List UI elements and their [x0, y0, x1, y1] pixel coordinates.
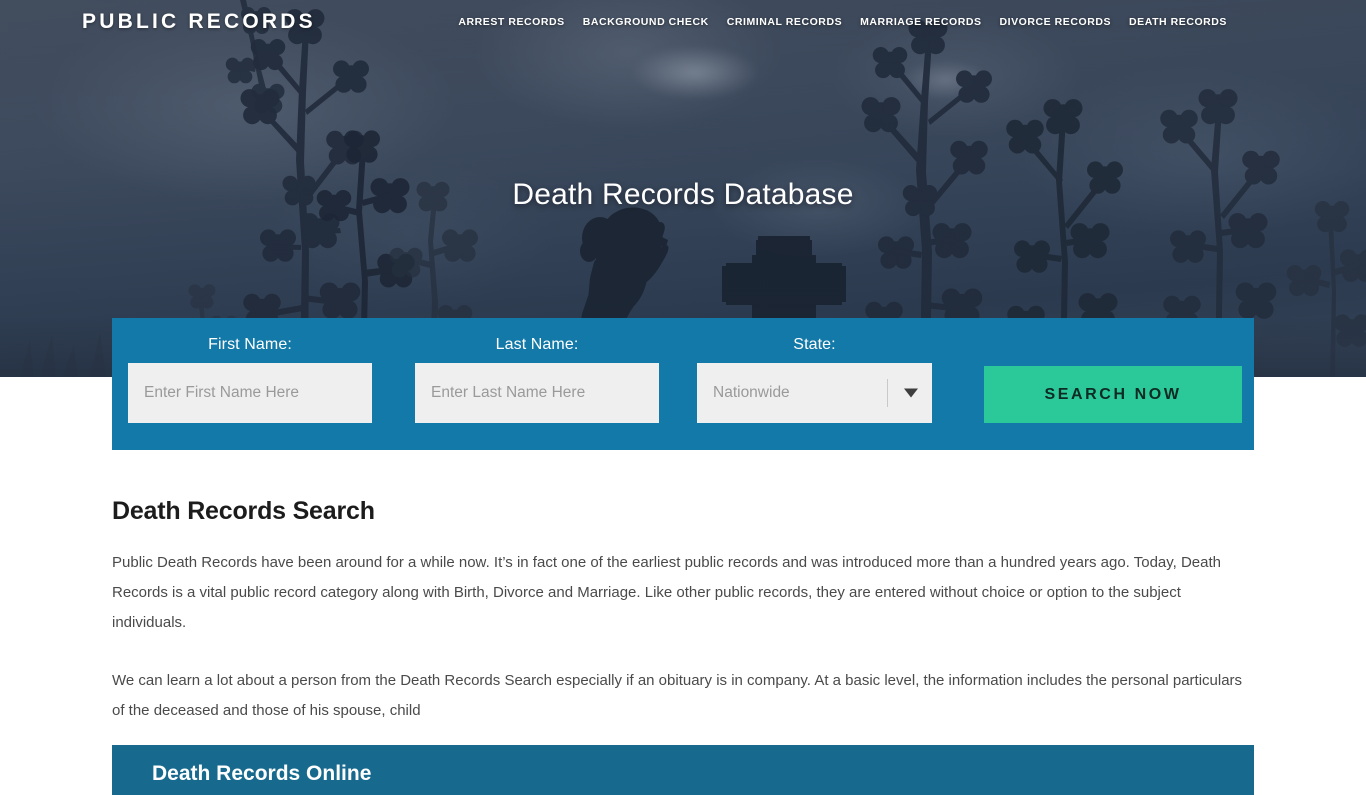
state-selected-value: Nationwide — [713, 384, 790, 401]
nav-item-criminal-records[interactable]: CRIMINAL RECORDS — [718, 16, 851, 28]
nav-item-divorce-records[interactable]: DIVORCE RECORDS — [991, 16, 1121, 28]
state-select[interactable]: Nationwide — [697, 363, 932, 423]
main-content: Death Records Search Public Death Record… — [0, 450, 1366, 726]
intro-paragraph-1: Public Death Records have been around fo… — [112, 554, 1222, 631]
intro-paragraph-2: We can learn a lot about a person from t… — [112, 672, 1243, 719]
nav-item-arrest-records[interactable]: ARREST RECORDS — [449, 16, 573, 28]
page-title: Death Records Database — [512, 178, 854, 211]
site-logo[interactable]: PUBLIC RECORDS — [82, 10, 316, 34]
state-label: State: — [793, 336, 836, 353]
section-heading: Death Records Search — [112, 497, 375, 525]
first-name-input[interactable]: Enter First Name Here — [128, 363, 372, 423]
select-divider — [887, 379, 888, 407]
last-name-input[interactable]: Enter Last Name Here — [415, 363, 659, 423]
main-navigation: ARREST RECORDS BACKGROUND CHECK CRIMINAL… — [449, 16, 1236, 28]
first-name-placeholder: Enter First Name Here — [144, 384, 300, 401]
nav-item-death-records[interactable]: DEATH RECORDS — [1120, 16, 1236, 28]
state-field-group: State: Nationwide — [697, 318, 932, 423]
last-name-label: Last Name: — [495, 336, 579, 353]
first-name-field-group: First Name: Enter First Name Here — [128, 318, 372, 423]
last-name-field-group: Last Name: Enter Last Name Here — [415, 318, 659, 423]
last-name-placeholder: Enter Last Name Here — [431, 384, 586, 401]
search-now-button[interactable]: SEARCH NOW — [984, 366, 1242, 423]
search-form: First Name: Enter First Name Here Last N… — [112, 318, 1254, 450]
death-records-online-banner: Death Records Online — [112, 745, 1254, 795]
nav-item-marriage-records[interactable]: MARRIAGE RECORDS — [851, 16, 990, 28]
site-header: PUBLIC RECORDS ARREST RECORDS BACKGROUND… — [0, 0, 1366, 44]
chevron-down-icon — [904, 388, 918, 398]
first-name-label: First Name: — [208, 336, 292, 353]
nav-item-background-check[interactable]: BACKGROUND CHECK — [574, 16, 718, 28]
